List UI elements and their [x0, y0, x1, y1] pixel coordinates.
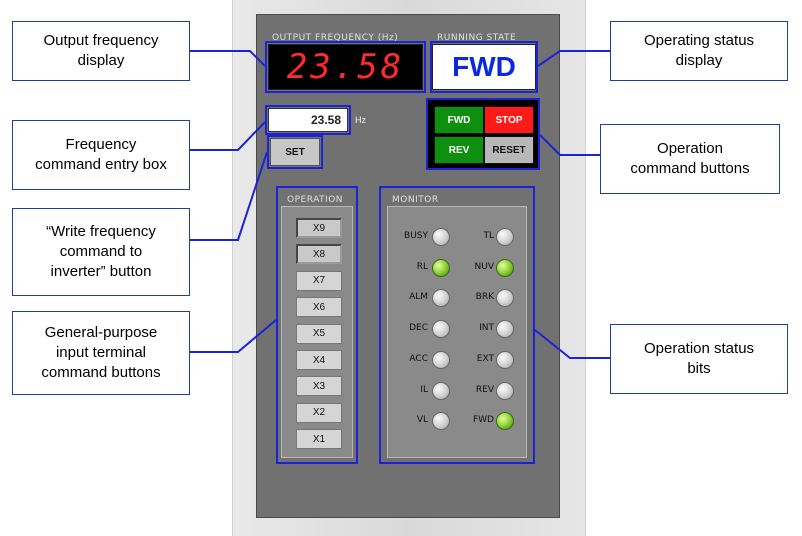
command-buttons-highlight — [426, 98, 540, 170]
frequency-entry-highlight — [265, 105, 351, 135]
callout-output-frequency-display: Output frequency display — [12, 21, 190, 81]
callout-frequency-command-entry-box: Frequency command entry box — [12, 120, 190, 190]
operation-group-highlight — [276, 186, 358, 464]
running-state-highlight — [430, 41, 538, 93]
set-button-highlight — [267, 135, 323, 169]
callout-operating-status-display: Operating status display — [610, 21, 788, 81]
monitor-group-highlight — [379, 186, 535, 464]
frequency-display-highlight — [265, 41, 426, 93]
callout-write-frequency-button: “Write frequency command to inverter” bu… — [12, 208, 190, 296]
callout-general-purpose-input: General-purpose input terminal command b… — [12, 311, 190, 395]
frequency-unit-label: Hz — [355, 115, 366, 125]
callout-operation-command-buttons: Operation command buttons — [600, 124, 780, 194]
callout-operation-status-bits: Operation status bits — [610, 324, 788, 394]
